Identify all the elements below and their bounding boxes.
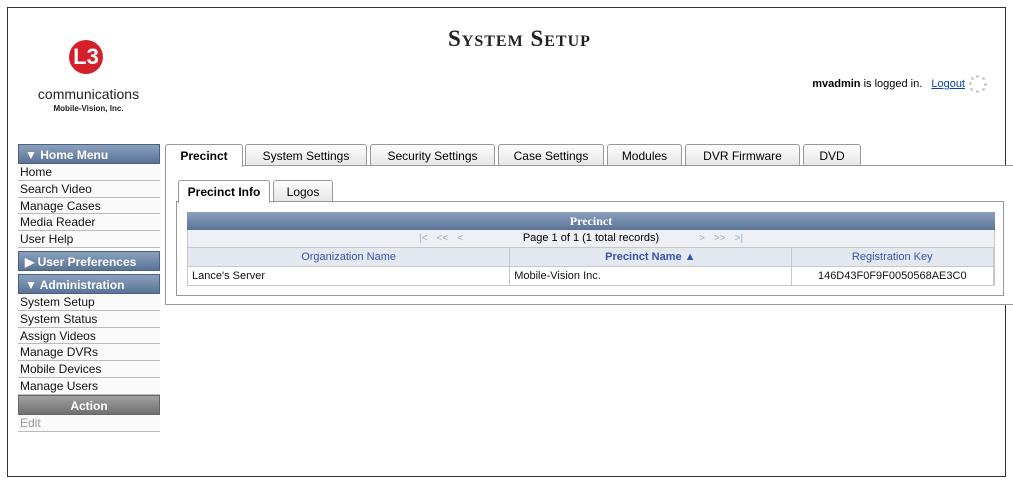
sidebar-item-mobile-devices[interactable]: Mobile Devices	[18, 361, 160, 378]
first-page-icon[interactable]: |<	[419, 233, 427, 244]
cell-organization-name: Lance's Server	[188, 267, 511, 285]
company-logo: L3 communications Mobile-Vision, Inc.	[26, 36, 151, 128]
subtab-precinct-info[interactable]: Precinct Info	[178, 180, 270, 203]
table-row[interactable]: Lance's Server Mobile-Vision Inc. 146D43…	[187, 267, 995, 286]
sidebar-item-search-video[interactable]: Search Video	[18, 180, 160, 198]
cell-registration-key: 146D43F0F9F0050568AE3C0	[792, 267, 995, 285]
column-header-precinct-name[interactable]: Precinct Name ▲	[510, 248, 792, 266]
tab-modules[interactable]: Modules	[607, 144, 682, 166]
next-page-icon[interactable]: >	[699, 233, 705, 244]
logged-in-text: is logged in.	[863, 78, 923, 90]
app-frame: L3 communications Mobile-Vision, Inc. Sy…	[7, 7, 1013, 477]
grid-title: Precinct	[187, 212, 995, 230]
home-menu-header[interactable]: ▼ Home Menu	[18, 144, 160, 164]
last-page-icon[interactable]: >|	[735, 233, 743, 244]
loading-spinner-icon	[969, 75, 987, 93]
user-preferences-header[interactable]: ▶ User Preferences	[18, 250, 160, 271]
tab-precinct[interactable]: Precinct	[165, 144, 243, 167]
main-content: Precinct System Settings Security Settin…	[165, 144, 1013, 305]
logout-link[interactable]: Logout	[931, 78, 965, 90]
pager-text: Page 1 of 1 (1 total records)	[522, 232, 660, 244]
precinct-grid: Precinct |< << < Page 1 of 1 (1 total re…	[187, 212, 995, 286]
prev-page-icon[interactable]: <	[457, 233, 463, 244]
sidebar-item-user-help[interactable]: User Help	[18, 231, 160, 248]
column-header-organization-name[interactable]: Organization Name	[188, 248, 511, 266]
user-status: mvadmin is logged in. Logout	[812, 78, 965, 90]
subtab-logos[interactable]: Logos	[273, 180, 333, 202]
l3-logo-mark: L3	[69, 40, 103, 74]
sidebar-item-manage-users[interactable]: Manage Users	[18, 377, 160, 395]
sub-tabs: Precinct Info Logos	[178, 180, 1008, 203]
action-header: Action	[18, 394, 160, 415]
grid-pager: |< << < Page 1 of 1 (1 total records) > …	[187, 230, 995, 247]
sidebar-item-manage-dvrs[interactable]: Manage DVRs	[18, 344, 160, 362]
precinct-panel: Precinct Info Logos Precinct |< << < Pag…	[165, 165, 1013, 305]
cell-precinct-name: Mobile-Vision Inc.	[510, 267, 792, 285]
sidebar-item-system-setup[interactable]: System Setup	[18, 293, 160, 311]
sidebar-item-home[interactable]: Home	[18, 164, 160, 181]
action-item-edit[interactable]: Edit	[18, 414, 160, 432]
precinct-info-panel: Precinct |< << < Page 1 of 1 (1 total re…	[176, 201, 1004, 296]
grid-header-row: Organization Name Precinct Name ▲ Regist…	[187, 247, 995, 267]
tab-security-settings[interactable]: Security Settings	[370, 144, 495, 166]
next-group-icon[interactable]: >>	[714, 233, 726, 244]
sidebar-item-assign-videos[interactable]: Assign Videos	[18, 327, 160, 345]
tab-dvd[interactable]: DVD	[803, 144, 861, 166]
prev-group-icon[interactable]: <<	[437, 233, 449, 244]
username: mvadmin	[812, 78, 861, 90]
tab-case-settings[interactable]: Case Settings	[498, 144, 604, 166]
tab-system-settings[interactable]: System Settings	[245, 144, 367, 166]
tab-dvr-firmware[interactable]: DVR Firmware	[685, 144, 800, 166]
logo-subtitle: Mobile-Vision, Inc.	[53, 104, 124, 113]
sidebar-item-manage-cases[interactable]: Manage Cases	[18, 197, 160, 215]
column-header-registration-key[interactable]: Registration Key	[792, 248, 994, 266]
sidebar-item-media-reader[interactable]: Media Reader	[18, 214, 160, 232]
administration-header[interactable]: ▼ Administration	[18, 273, 160, 294]
sidebar: ▼ Home Menu Home Search Video Manage Cas…	[18, 144, 160, 432]
sidebar-item-system-status[interactable]: System Status	[18, 310, 160, 328]
logo-brand-text: communications	[37, 86, 140, 102]
main-tabs: Precinct System Settings Security Settin…	[165, 144, 1007, 167]
page-title: System Setup	[448, 26, 591, 51]
